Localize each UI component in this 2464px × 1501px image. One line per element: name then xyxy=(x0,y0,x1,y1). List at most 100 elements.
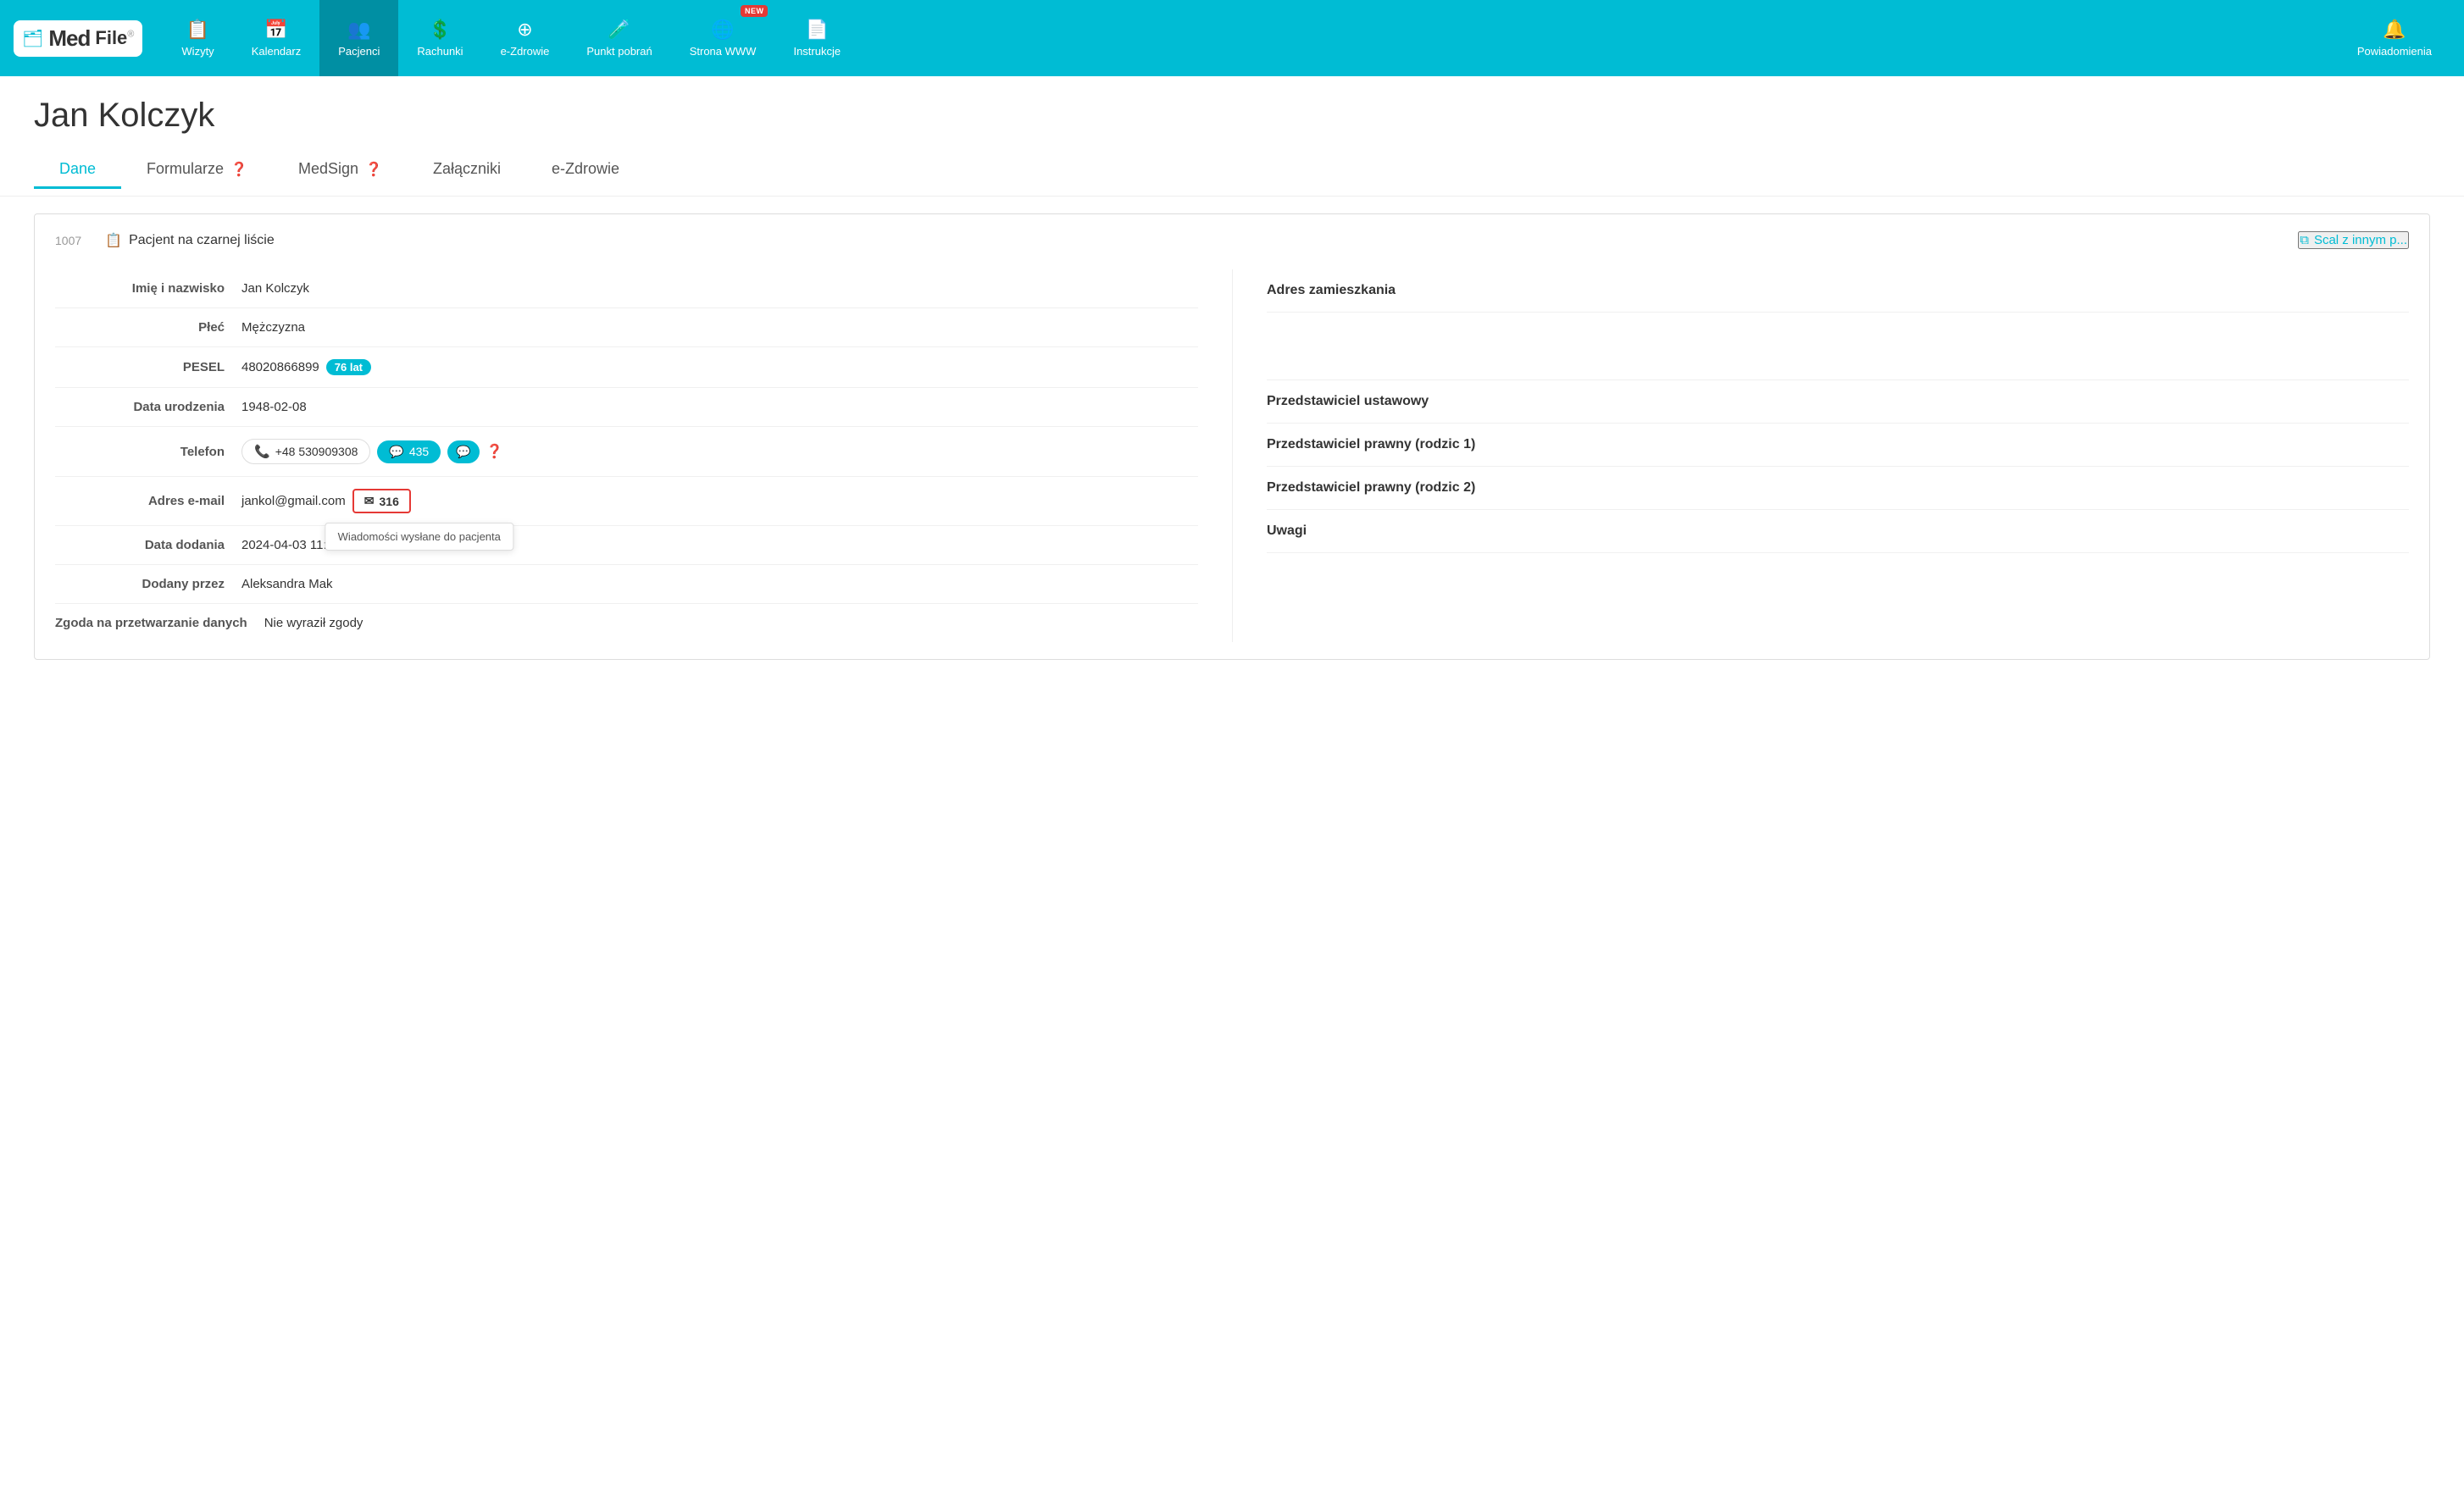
fields-container: Imię i nazwisko Jan Kolczyk Płeć Mężczyz… xyxy=(55,269,2409,642)
email-tooltip: Wiadomości wysłane do pacjenta xyxy=(325,523,513,551)
phone-icon: 📞 xyxy=(254,444,270,459)
tab-zalaczniki-label: Załączniki xyxy=(433,160,501,178)
field-label-data-dodania: Data dodania xyxy=(55,538,241,552)
pesel-number: 48020866899 xyxy=(241,360,319,374)
email-messages-button[interactable]: ✉ 316 xyxy=(352,489,411,513)
main-content: 1007 📋 Pacjent na czarnej liście ⧉ Scal … xyxy=(0,197,2464,677)
page-header: Jan Kolczyk Dane Formularze ❓ MedSign ❓ … xyxy=(0,76,2464,197)
field-value-dob: 1948-02-08 xyxy=(241,400,307,414)
chat-button[interactable]: 💬 xyxy=(447,440,479,463)
phone-call-button[interactable]: 📞 +48 530909308 xyxy=(241,439,370,464)
nav-item-powiadomienia[interactable]: 🔔 Powiadomienia xyxy=(2339,0,2450,76)
field-row-dodany-przez: Dodany przez Aleksandra Mak xyxy=(55,565,1198,604)
field-label-zgoda: Zgoda na przetwarzanie danych xyxy=(55,616,264,630)
nav-item-wizyty[interactable]: 📋 Wizyty xyxy=(163,0,232,76)
phone-number: +48 530909308 xyxy=(275,445,358,458)
telefon-help-icon[interactable]: ❓ xyxy=(486,443,503,460)
tab-ezdrowie[interactable]: e-Zdrowie xyxy=(526,152,645,189)
punkt-pobran-label: Punkt pobrań xyxy=(586,45,652,58)
field-value-email: jankol@gmail.com ✉ 316 Wiadomości wysłan… xyxy=(241,489,411,513)
field-row-data-dodania: Data dodania 2024-04-03 11:23:20 xyxy=(55,526,1198,565)
field-label-telefon: Telefon xyxy=(55,445,241,459)
chat-icon: 💬 xyxy=(456,445,470,458)
nav-item-pacjenci[interactable]: 👥 Pacjenci xyxy=(319,0,398,76)
field-value-dodany-przez: Aleksandra Mak xyxy=(241,577,333,591)
tab-formularze[interactable]: Formularze ❓ xyxy=(121,152,273,189)
rachunki-label: Rachunki xyxy=(417,45,463,58)
nav-item-rachunki[interactable]: 💲 Rachunki xyxy=(398,0,481,76)
pacjenci-label: Pacjenci xyxy=(338,45,380,58)
wizyty-label: Wizyty xyxy=(181,45,214,58)
nav-item-strona-www[interactable]: NEW 🌐 Strona WWW xyxy=(671,0,775,76)
age-badge: 76 lat xyxy=(326,359,371,375)
logo-area[interactable]: 🗂 Med File® xyxy=(14,20,142,57)
field-value-name: Jan Kolczyk xyxy=(241,281,309,296)
ezdrowie-nav-icon: ⊕ xyxy=(517,19,532,41)
fields-right: Adres zamieszkania Przedstawiciel ustawo… xyxy=(1232,269,2409,642)
logo-file-icon: 🗂 xyxy=(22,28,43,49)
logo-med-text: Med xyxy=(48,25,90,52)
logo-file-text: File® xyxy=(95,27,134,49)
field-label-dob: Data urodzenia xyxy=(55,400,241,414)
top-navigation: 🗂 Med File® 📋 Wizyty 📅 Kalendarz 👥 Pacje… xyxy=(0,0,2464,76)
medsign-help-icon[interactable]: ❓ xyxy=(365,161,382,178)
blacklist-icon: 📋 xyxy=(105,232,122,249)
field-row-dob: Data urodzenia 1948-02-08 xyxy=(55,388,1198,427)
wizyty-icon: 📋 xyxy=(186,19,209,41)
field-row-telefon: Telefon 📞 +48 530909308 💬 435 xyxy=(55,427,1198,477)
sms-icon: 💬 xyxy=(389,445,403,459)
instrukcje-label: Instrukcje xyxy=(793,45,841,58)
field-row-zgoda: Zgoda na przetwarzanie danych Nie wyrazi… xyxy=(55,604,1198,642)
field-value-zgoda: Nie wyraził zgody xyxy=(264,616,363,630)
field-row-pesel: PESEL 48020866899 76 lat xyxy=(55,347,1198,388)
field-row-name: Imię i nazwisko Jan Kolczyk xyxy=(55,269,1198,308)
right-label-przedstawiciel-prawny-2: Przedstawiciel prawny (rodzic 2) xyxy=(1267,467,2409,510)
field-label-dodany-przez: Dodany przez xyxy=(55,577,241,591)
tab-dane-label: Dane xyxy=(59,160,96,178)
punkt-pobran-icon: 🧪 xyxy=(608,19,630,41)
nav-item-ezdrowie[interactable]: ⊕ e-Zdrowie xyxy=(482,0,569,76)
instrukcje-icon: 📄 xyxy=(806,19,829,41)
strona-www-icon: 🌐 xyxy=(711,19,734,41)
tab-formularze-label: Formularze xyxy=(147,160,224,178)
content-area: Jan Kolczyk Dane Formularze ❓ MedSign ❓ … xyxy=(0,76,2464,1501)
tab-medsign[interactable]: MedSign ❓ xyxy=(273,152,408,189)
merge-button[interactable]: ⧉ Scal z innym p... xyxy=(2298,231,2409,249)
tab-dane[interactable]: Dane xyxy=(34,152,121,189)
kalendarz-label: Kalendarz xyxy=(252,45,302,58)
rachunki-icon: 💲 xyxy=(429,19,452,41)
page-title: Jan Kolczyk xyxy=(34,97,2430,135)
tabs-bar: Dane Formularze ❓ MedSign ❓ Załączniki e… xyxy=(34,152,2430,189)
powiadomienia-icon: 🔔 xyxy=(2383,19,2406,41)
field-label-email: Adres e-mail xyxy=(55,494,241,508)
pacjenci-icon: 👥 xyxy=(347,19,370,41)
kalendarz-icon: 📅 xyxy=(264,19,287,41)
email-count: 316 xyxy=(380,495,399,508)
field-label-pesel: PESEL xyxy=(55,360,241,374)
email-icon: ✉ xyxy=(364,494,375,508)
powiadomienia-label: Powiadomienia xyxy=(2357,45,2432,58)
right-label-adres: Adres zamieszkania xyxy=(1267,269,2409,313)
field-label-plec: Płeć xyxy=(55,320,241,335)
field-value-telefon: 📞 +48 530909308 💬 435 💬 ❓ xyxy=(241,439,503,464)
new-badge: NEW xyxy=(741,5,769,17)
merge-label: Scal z innym p... xyxy=(2314,233,2407,247)
ezdrowie-label: e-Zdrowie xyxy=(501,45,550,58)
email-tooltip-container: ✉ 316 Wiadomości wysłane do pacjenta xyxy=(352,489,411,513)
nav-items: 📋 Wizyty 📅 Kalendarz 👥 Pacjenci 💲 Rachun… xyxy=(163,0,2450,76)
sms-count: 435 xyxy=(409,445,429,458)
tab-medsign-label: MedSign xyxy=(298,160,358,178)
nav-item-punkt-pobran[interactable]: 🧪 Punkt pobrań xyxy=(568,0,670,76)
card-header: 1007 📋 Pacjent na czarnej liście ⧉ Scal … xyxy=(55,231,2409,249)
fields-left: Imię i nazwisko Jan Kolczyk Płeć Mężczyz… xyxy=(55,269,1232,642)
strona-www-label: Strona WWW xyxy=(690,45,757,58)
right-label-przedstawiciel-prawny-1: Przedstawiciel prawny (rodzic 1) xyxy=(1267,424,2409,467)
tab-zalaczniki[interactable]: Załączniki xyxy=(408,152,526,189)
sms-button[interactable]: 💬 435 xyxy=(377,440,441,463)
email-address: jankol@gmail.com xyxy=(241,494,346,508)
merge-icon: ⧉ xyxy=(2300,233,2309,247)
formularze-help-icon[interactable]: ❓ xyxy=(230,161,247,178)
nav-item-kalendarz[interactable]: 📅 Kalendarz xyxy=(233,0,320,76)
logo-box: 🗂 Med File® xyxy=(14,20,142,57)
nav-item-instrukcje[interactable]: 📄 Instrukcje xyxy=(774,0,859,76)
